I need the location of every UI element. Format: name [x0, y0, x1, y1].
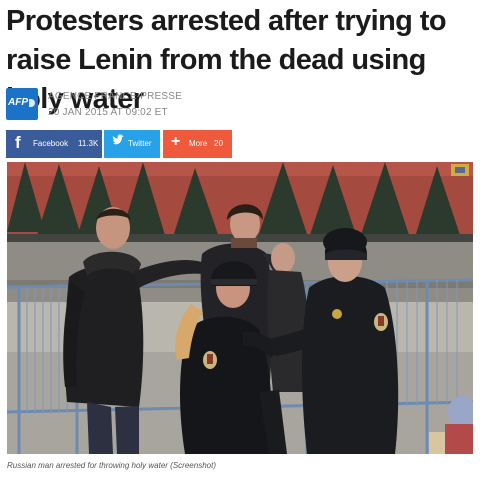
- afp-logo-swoosh: [29, 99, 35, 107]
- facebook-share-button[interactable]: f Facebook 11.3K: [6, 130, 102, 158]
- plus-icon: +: [171, 133, 181, 150]
- more-share-button[interactable]: + More 20: [163, 130, 232, 158]
- twitter-share-label: Twitter: [128, 139, 152, 148]
- facebook-share-label: Facebook: [33, 139, 69, 148]
- more-share-label: More: [189, 139, 208, 148]
- twitter-share-button[interactable]: Twitter: [104, 130, 160, 158]
- more-share-count: 20: [214, 139, 223, 148]
- byline-agency[interactable]: AGENCE FRANCE-PRESSE: [48, 91, 182, 102]
- facebook-icon: f: [15, 133, 21, 152]
- afp-logo[interactable]: AFP: [6, 88, 38, 120]
- byline-date: 20 JAN 2015 AT 09:02 ET: [48, 107, 168, 118]
- photo-caption: Russian man arrested for throwing holy w…: [7, 461, 216, 470]
- byline: AFP AGENCE FRANCE-PRESSE 20 JAN 2015 AT …: [6, 88, 306, 122]
- facebook-share-count: 11.3K: [78, 139, 99, 148]
- twitter-bird-icon: [112, 134, 124, 150]
- afp-logo-text: AFP: [8, 97, 28, 108]
- article-photo: [7, 162, 473, 454]
